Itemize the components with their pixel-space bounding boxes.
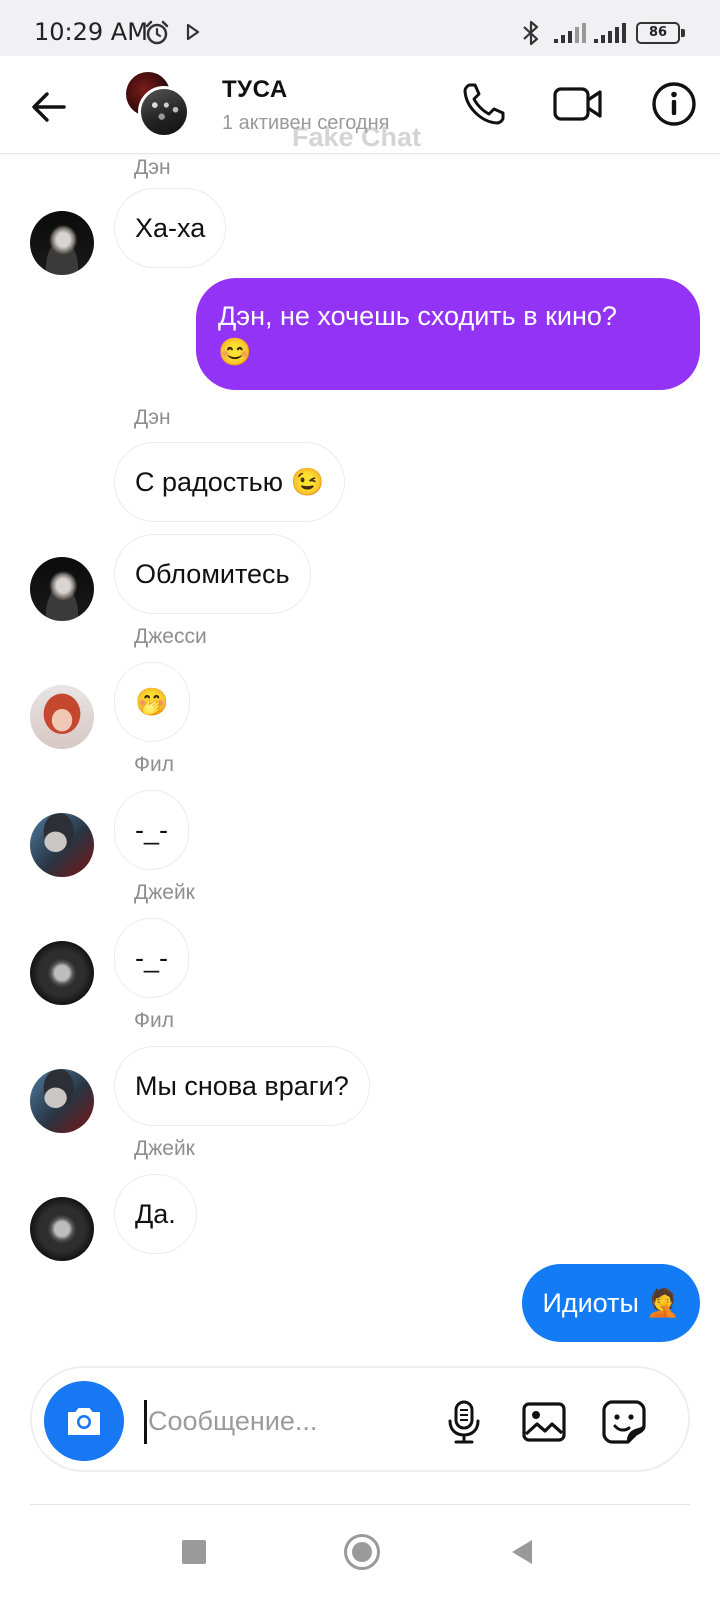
message-bubble[interactable]: Обломитесь [114, 534, 311, 614]
avatar[interactable] [30, 1197, 94, 1261]
sender-name: Джейк [134, 881, 195, 904]
message-bubble[interactable]: 🤭 [114, 662, 190, 742]
message-bubble[interactable]: Мы снова враги? [114, 1046, 370, 1126]
battery-indicator: 86 [636, 22, 685, 44]
camera-icon [68, 1408, 100, 1435]
status-bar: 10:29 AM 86 [0, 0, 720, 56]
message-bubble[interactable]: Идиоты 🤦 [522, 1264, 700, 1342]
phone-icon[interactable] [458, 78, 510, 130]
divider [30, 1504, 690, 1505]
video-camera-icon[interactable] [552, 78, 604, 130]
recents-button[interactable] [182, 1540, 206, 1564]
avatar[interactable] [30, 941, 94, 1005]
status-time: 10:29 AM [34, 18, 148, 46]
chat-title[interactable]: ТУСА [222, 76, 288, 104]
chat-header: ТУСА 1 активен сегодня Fake Chat [0, 56, 720, 154]
message-emoji: 😊 [218, 337, 252, 367]
message-bubble[interactable]: Дэн, не хочешь сходить в кино? 😊 [196, 278, 700, 390]
microphone-icon[interactable] [440, 1398, 488, 1446]
message-text: Дэн, не хочешь сходить в кино? [218, 301, 617, 331]
sender-name: Дэн [134, 406, 171, 429]
sender-name: Джесси [134, 625, 207, 648]
message-bubble[interactable]: Да. [114, 1174, 197, 1254]
signal-icon [554, 23, 586, 43]
sender-name: Фил [134, 1009, 174, 1032]
arrow-left-icon[interactable] [26, 84, 72, 130]
signal-icon [594, 23, 626, 43]
message-composer [30, 1366, 690, 1472]
message-bubble[interactable]: -_- [114, 918, 189, 998]
text-caret [144, 1400, 147, 1444]
message-list[interactable]: Дэн Ха-ха Дэн, не хочешь сходить в кино?… [0, 154, 720, 1364]
bluetooth-icon [523, 20, 539, 46]
sender-name: Дэн [134, 156, 171, 179]
sender-name: Джейк [134, 1137, 195, 1160]
image-icon[interactable] [520, 1398, 568, 1446]
avatar[interactable] [30, 685, 94, 749]
watermark: Fake Chat [292, 122, 422, 152]
alarm-icon [145, 20, 169, 45]
info-icon[interactable] [648, 78, 700, 130]
avatar [138, 86, 190, 138]
avatar[interactable] [30, 813, 94, 877]
avatar[interactable] [30, 557, 94, 621]
camera-button[interactable] [44, 1381, 124, 1461]
message-bubble[interactable]: -_- [114, 790, 189, 870]
play-store-icon [186, 24, 200, 40]
message-input[interactable] [148, 1398, 428, 1444]
nav-back-icon[interactable] [508, 1537, 536, 1567]
message-bubble[interactable]: С радостью 😉 [114, 442, 346, 522]
group-avatar[interactable] [126, 72, 192, 138]
home-button[interactable] [344, 1534, 380, 1570]
sticker-icon[interactable] [600, 1398, 648, 1446]
avatar[interactable] [30, 1069, 94, 1133]
message-bubble[interactable]: Ха-ха [114, 188, 227, 268]
avatar[interactable] [30, 211, 94, 275]
sender-name: Фил [134, 753, 174, 776]
